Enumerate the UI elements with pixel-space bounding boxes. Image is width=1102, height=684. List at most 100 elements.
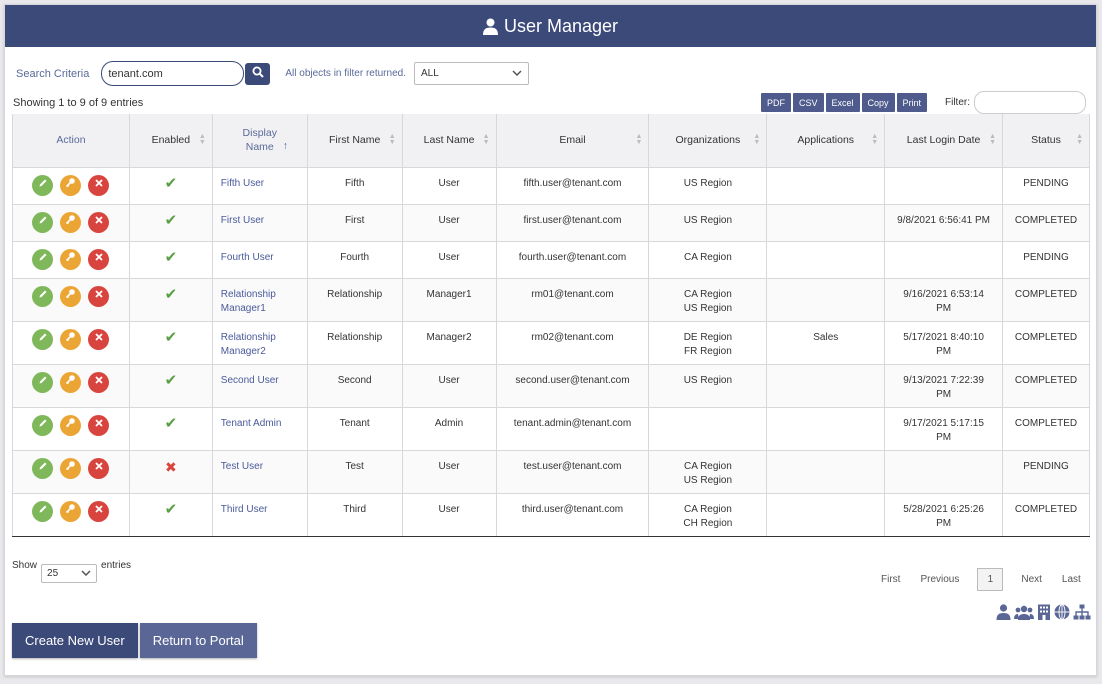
filter-input[interactable] <box>974 91 1086 114</box>
reset-password-button[interactable] <box>60 328 82 350</box>
table-row[interactable]: ✔ Tenant Admin Tenant Admin tenant.admin… <box>12 406 1090 451</box>
edit-button[interactable] <box>32 174 54 196</box>
export-csv-button[interactable]: CSV <box>793 93 824 112</box>
page-length-select[interactable]: 25 <box>41 564 98 583</box>
user-icon[interactable] <box>996 604 1011 625</box>
delete-button[interactable] <box>88 248 110 270</box>
display-name-link[interactable]: Tenant Admin <box>221 418 282 429</box>
edit-button[interactable] <box>32 371 54 393</box>
page-length: Show 25 entries <box>12 560 131 583</box>
edit-button[interactable] <box>32 414 54 436</box>
display-name-link[interactable]: Fourth User <box>221 252 274 263</box>
close-icon <box>95 289 103 303</box>
delete-button[interactable] <box>88 371 110 393</box>
pager-first[interactable]: First <box>881 574 900 585</box>
close-icon <box>95 215 103 229</box>
building-icon[interactable] <box>1037 604 1051 625</box>
search-button[interactable] <box>245 62 271 85</box>
reset-password-button[interactable] <box>60 500 82 522</box>
col-last-name[interactable]: Last Name ▲ ▼ <box>401 114 497 168</box>
edit-button[interactable] <box>32 328 54 350</box>
reset-password-button[interactable] <box>60 457 82 479</box>
cell-email: tenant.admin@tenant.com <box>513 417 632 429</box>
col-first-name[interactable]: First Name ▲ ▼ <box>306 114 403 168</box>
filter-label: Filter: <box>945 97 970 108</box>
cell-display1: Third User <box>220 503 268 515</box>
delete-button[interactable] <box>88 500 110 522</box>
table-row[interactable]: ✔ Second User Second User second.user@te… <box>12 363 1090 408</box>
edit-button[interactable] <box>32 248 54 270</box>
reset-password-button[interactable] <box>60 285 82 307</box>
reset-password-button[interactable] <box>60 414 82 436</box>
key-icon <box>65 503 76 519</box>
users-table: Action Enabled ▲ ▼ Display Name ↑ First Nam… <box>12 114 1090 537</box>
col-organizations[interactable]: Organizations ▲ ▼ <box>648 114 768 168</box>
display-name-link[interactable]: Second User <box>221 375 279 386</box>
col-display-name[interactable]: Display Name ↑ <box>211 114 308 168</box>
reset-password-button[interactable] <box>60 174 82 196</box>
last-login-cell <box>884 449 1003 494</box>
table-row[interactable]: ✔ First User First User first.user@tenan… <box>12 203 1090 242</box>
display-name-link[interactable]: First User <box>221 215 264 226</box>
email-cell: second.user@tenant.com <box>495 363 650 408</box>
first-name-cell: Fourth <box>306 240 403 279</box>
delete-button[interactable] <box>88 457 110 479</box>
table-row[interactable]: ✔ Relationship Manager1 Relationship Mana… <box>12 277 1090 322</box>
display-name-cell: Tenant Admin <box>211 406 308 451</box>
scope-select[interactable]: ALL <box>413 62 529 85</box>
create-new-user-button[interactable]: Create New User <box>12 623 138 658</box>
display-name-link[interactable]: Fifth User <box>221 178 264 189</box>
table-row[interactable]: ✔ Fourth User Fourth User fourth.user@te… <box>12 240 1090 279</box>
users-icon[interactable] <box>1014 604 1034 625</box>
col-email[interactable]: Email ▲ ▼ <box>495 114 650 168</box>
close-icon <box>95 504 103 518</box>
delete-button[interactable] <box>88 285 110 307</box>
delete-button[interactable] <box>88 414 110 436</box>
reset-password-button[interactable] <box>60 211 82 233</box>
pagination: First Previous 1 Next Last <box>871 568 1091 591</box>
edit-button[interactable] <box>32 457 54 479</box>
reset-password-button[interactable] <box>60 371 82 393</box>
pager-last[interactable]: Last <box>1062 574 1081 585</box>
table-row[interactable]: ✔ Fifth User Fifth User fifth.user@tenan… <box>12 166 1090 205</box>
display-name-link[interactable]: Third User <box>221 504 268 515</box>
close-icon <box>95 252 103 266</box>
copy-button[interactable]: Copy <box>861 93 895 112</box>
return-to-portal-button[interactable]: Return to Portal <box>139 623 257 658</box>
pager-previous[interactable]: Previous <box>920 574 959 585</box>
cell-status: COMPLETED <box>1014 417 1078 429</box>
display-name-link[interactable]: Test User <box>221 461 263 472</box>
delete-button[interactable] <box>88 174 110 196</box>
col-last-login[interactable]: Last Login Date ▲ ▼ <box>884 114 1003 168</box>
table-row[interactable]: ✔ Relationship Manager2 Relationship Mana… <box>12 320 1090 365</box>
action-cell <box>12 277 130 322</box>
globe-icon[interactable] <box>1054 604 1070 625</box>
sitemap-icon[interactable] <box>1073 604 1091 625</box>
delete-button[interactable] <box>88 328 110 350</box>
export-pdf-button[interactable]: PDF <box>761 93 791 112</box>
organizations-cell: CA Region CH Region <box>648 492 768 537</box>
col-applications[interactable]: Applications ▲ ▼ <box>766 114 886 168</box>
edit-button[interactable] <box>32 211 54 233</box>
display-name-link[interactable]: Relationship Manager1 <box>221 289 276 314</box>
cell-status: COMPLETED <box>1014 214 1078 226</box>
reset-password-button[interactable] <box>60 248 82 270</box>
col-status[interactable]: Status ▲ ▼ <box>1002 114 1090 168</box>
col-enabled[interactable]: Enabled ▲ ▼ <box>128 114 213 168</box>
edit-button[interactable] <box>32 500 54 522</box>
pager-next[interactable]: Next <box>1021 574 1042 585</box>
cell-login1: 5/17/2021 8:40:10 <box>903 331 984 343</box>
cell-login1: 9/13/2021 7:22:39 <box>903 374 984 386</box>
search-input[interactable]: tenant.com <box>101 61 245 86</box>
edit-button[interactable] <box>32 285 54 307</box>
table-row[interactable]: ✖ Test User Test User test.user@tenant.c… <box>12 449 1090 494</box>
print-button[interactable]: Print <box>896 93 928 112</box>
export-excel-button[interactable]: Excel <box>825 93 860 112</box>
cell-login2: PM <box>936 517 952 529</box>
delete-button[interactable] <box>88 211 110 233</box>
page-title: User Manager <box>503 15 619 36</box>
cell-first: Relationship <box>327 288 383 300</box>
pager-current[interactable]: 1 <box>977 568 1004 591</box>
display-name-link[interactable]: Relationship Manager2 <box>221 332 276 357</box>
table-row[interactable]: ✔ Third User Third User third.user@tenan… <box>12 492 1090 537</box>
